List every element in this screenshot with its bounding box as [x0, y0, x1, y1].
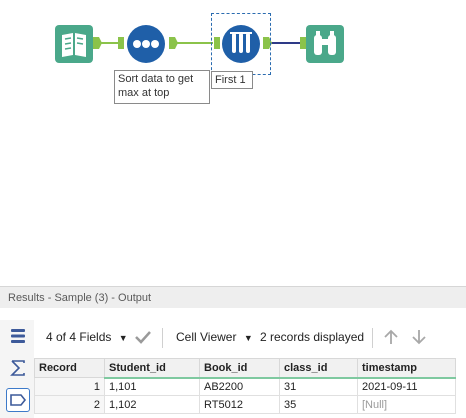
browse-tool[interactable] — [306, 25, 344, 63]
sample-tool-selection[interactable] — [211, 13, 271, 75]
column-header-timestamp[interactable]: timestamp — [357, 358, 456, 379]
cell-viewer-label: Cell Viewer — [176, 330, 237, 344]
table-header-row: Record Student_id Book_id class_id times… — [34, 358, 456, 379]
three-dots-icon — [127, 25, 165, 63]
chevron-down-icon: ▼ — [118, 333, 128, 343]
records-count: 2 records displayed — [260, 330, 365, 344]
toolbar-divider — [372, 328, 373, 348]
results-panel-title: Results - Sample (3) - Output — [0, 286, 466, 308]
column-header-class-id[interactable]: class_id — [279, 358, 358, 379]
sort-tool[interactable] — [126, 24, 166, 64]
data-view-button[interactable] — [6, 324, 30, 348]
table-cell[interactable]: RT5012 — [199, 395, 280, 414]
arrow-down-icon[interactable] — [410, 328, 428, 346]
table-cell-null[interactable]: [Null] — [357, 395, 456, 414]
cell-viewer-dropdown[interactable]: Cell Viewer ▼ — [176, 330, 253, 344]
fields-dropdown[interactable]: 4 of 4 Fields ▼ — [46, 330, 128, 344]
results-table: Record Student_id Book_id class_id times… — [34, 358, 456, 414]
column-header-student-id[interactable]: Student_id — [104, 358, 200, 379]
table-cell[interactable]: 2021-09-11 — [357, 377, 456, 396]
tag-view-button[interactable] — [6, 388, 30, 412]
record-number[interactable]: 2 — [34, 395, 105, 414]
sample-annotation: First 1 — [211, 71, 253, 89]
check-icon[interactable] — [134, 329, 152, 345]
metadata-view-button[interactable] — [6, 356, 30, 380]
fields-label: 4 of 4 Fields — [46, 330, 112, 344]
workflow-canvas[interactable]: Sort data to get max at top First 1 — [0, 0, 466, 270]
results-toolbar: 4 of 4 Fields ▼ Cell Viewer ▼ 2 records … — [34, 320, 466, 354]
toolbar-divider — [162, 328, 163, 348]
table-cell[interactable]: 31 — [279, 377, 358, 396]
chevron-down-icon: ▼ — [243, 333, 253, 343]
arrow-up-icon[interactable] — [382, 328, 400, 346]
input-data-tool[interactable] — [55, 25, 93, 63]
rows-icon — [11, 329, 25, 343]
column-header-record[interactable]: Record — [34, 358, 105, 378]
sort-annotation: Sort data to get max at top — [114, 70, 210, 104]
table-cell[interactable]: AB2200 — [199, 377, 280, 396]
table-cell[interactable]: 1,101 — [104, 377, 200, 396]
tag-icon — [10, 394, 27, 406]
column-header-book-id[interactable]: Book_id — [199, 358, 280, 379]
table-cell[interactable]: 35 — [279, 395, 358, 414]
table-row: 1 1,101 AB2200 31 2021-09-11 — [34, 377, 456, 396]
table-cell[interactable]: 1,102 — [104, 395, 200, 414]
binoculars-icon — [306, 25, 344, 63]
test-tubes-icon — [222, 25, 260, 63]
sum-icon — [10, 360, 25, 376]
results-side-rail — [0, 320, 34, 418]
record-number[interactable]: 1 — [34, 377, 105, 396]
book-icon — [55, 25, 93, 63]
table-row: 2 1,102 RT5012 35 [Null] — [34, 395, 456, 414]
